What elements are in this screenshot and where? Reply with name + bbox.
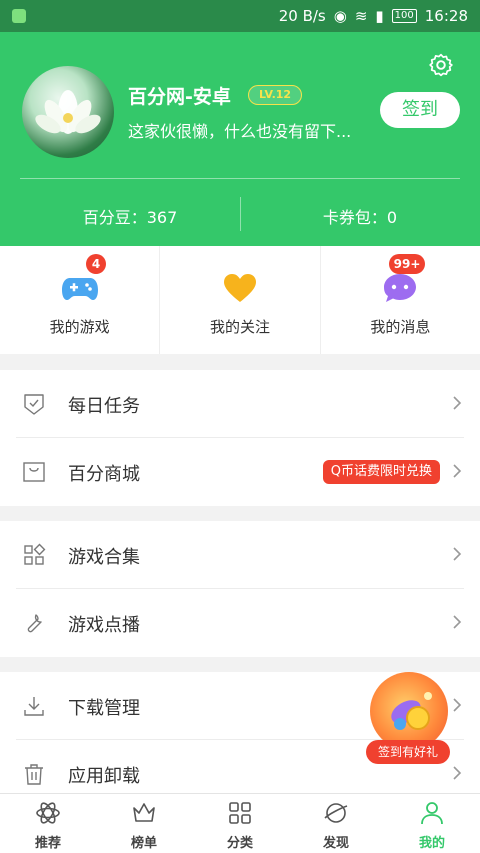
shield-check-icon [24, 394, 44, 415]
heart-icon [223, 274, 256, 302]
download-icon [24, 697, 44, 716]
quick-label: 我的游戏 [49, 318, 110, 336]
atom-icon [36, 802, 60, 824]
menu-label: 每日任务 [68, 396, 140, 417]
quick-label: 我的消息 [370, 318, 431, 336]
tab-mine[interactable]: 我的 [384, 794, 480, 853]
lotus-flower-icon [35, 90, 101, 134]
trash-icon [25, 764, 43, 785]
menu-label: 游戏合集 [68, 547, 140, 568]
settings-gear-icon[interactable] [428, 52, 454, 78]
header-divider [20, 178, 460, 179]
tab-discover[interactable]: 发现 [288, 794, 384, 853]
user-bio: 这家伙很懒，什么也没有留下... [128, 122, 352, 141]
chevron-right-icon [453, 615, 462, 629]
tab-label: 分类 [226, 836, 253, 851]
network-speed: 20 B/s [278, 7, 326, 25]
crown-icon [133, 803, 155, 822]
battery-icon: 100 [391, 9, 417, 23]
checkin-gift-float[interactable]: 签到有好礼 [366, 672, 452, 766]
quick-my-games[interactable]: 4 我的游戏 [0, 246, 161, 354]
profile-header: 百分网-安卓 LV.12 这家伙很懒，什么也没有留下... 签到 百分豆：367… [0, 32, 480, 246]
grid-icon [24, 543, 46, 565]
signal-icon: ▮ [375, 7, 384, 25]
tab-label: 我的 [418, 836, 445, 851]
clock: 16:28 [424, 7, 468, 25]
avatar[interactable] [22, 66, 114, 158]
quick-actions: 4 我的游戏 我的关注 99+ 我的消息 [0, 246, 480, 354]
menu-label: 下载管理 [68, 698, 140, 719]
chevron-right-icon [453, 464, 462, 478]
quick-my-follows[interactable]: 我的关注 [160, 246, 321, 354]
chevron-right-icon [453, 766, 462, 780]
tab-label: 榜单 [130, 836, 157, 851]
wrench-icon [27, 614, 42, 633]
menu-label: 百分商城 [68, 464, 140, 485]
chevron-right-icon [453, 396, 462, 410]
games-badge: 4 [86, 254, 106, 274]
tab-label: 发现 [322, 836, 349, 851]
gift-icon [370, 672, 448, 750]
message-icon [384, 274, 417, 302]
menu-game-collections[interactable]: 游戏合集 [16, 521, 464, 589]
tab-categories[interactable]: 分类 [192, 794, 288, 853]
shopping-bag-icon [23, 462, 45, 482]
chevron-right-icon [453, 698, 462, 712]
menu-mall[interactable]: 百分商城 Q币话费限时兑换 [16, 438, 464, 506]
menu-group-tasks: 每日任务 百分商城 Q币话费限时兑换 [0, 370, 480, 506]
categories-icon [229, 802, 251, 824]
beans-count[interactable]: 百分豆：367 [10, 204, 250, 228]
promo-badge: Q币话费限时兑换 [322, 460, 440, 484]
tab-rankings[interactable]: 榜单 [96, 794, 192, 853]
coin-gift-icon [391, 692, 432, 730]
menu-game-on-demand[interactable]: 游戏点播 [16, 589, 464, 657]
tab-label: 推荐 [34, 836, 61, 851]
planet-icon [324, 803, 348, 823]
person-icon [421, 802, 443, 825]
messages-badge: 99+ [388, 254, 426, 274]
level-badge: LV.12 [248, 85, 303, 105]
menu-group-games: 游戏合集 游戏点播 [0, 521, 480, 657]
eye-icon: ◉ [333, 7, 347, 25]
bottom-nav: 推荐 榜单 分类 发现 我的 [0, 793, 480, 853]
wifi-icon: ≋ [354, 7, 368, 25]
chevron-right-icon [453, 547, 462, 561]
status-right: 20 B/s ◉ ≋ ▮ 100 16:28 [279, 7, 468, 25]
coupons-count[interactable]: 卡券包：0 [240, 204, 480, 228]
menu-label: 游戏点播 [68, 615, 140, 636]
security-shield-icon [12, 9, 26, 23]
checkin-button[interactable]: 签到 [380, 92, 460, 128]
menu-label: 应用卸载 [68, 766, 140, 787]
menu-daily-tasks[interactable]: 每日任务 [16, 370, 464, 438]
gamepad-icon [61, 278, 98, 300]
status-bar: 20 B/s ◉ ≋ ▮ 100 16:28 [0, 0, 480, 32]
quick-my-messages[interactable]: 99+ 我的消息 [321, 246, 480, 354]
username: 百分网-安卓 [128, 86, 231, 108]
gift-caption: 签到有好礼 [366, 740, 450, 764]
quick-label: 我的关注 [209, 318, 270, 336]
tab-recommend[interactable]: 推荐 [0, 794, 96, 853]
